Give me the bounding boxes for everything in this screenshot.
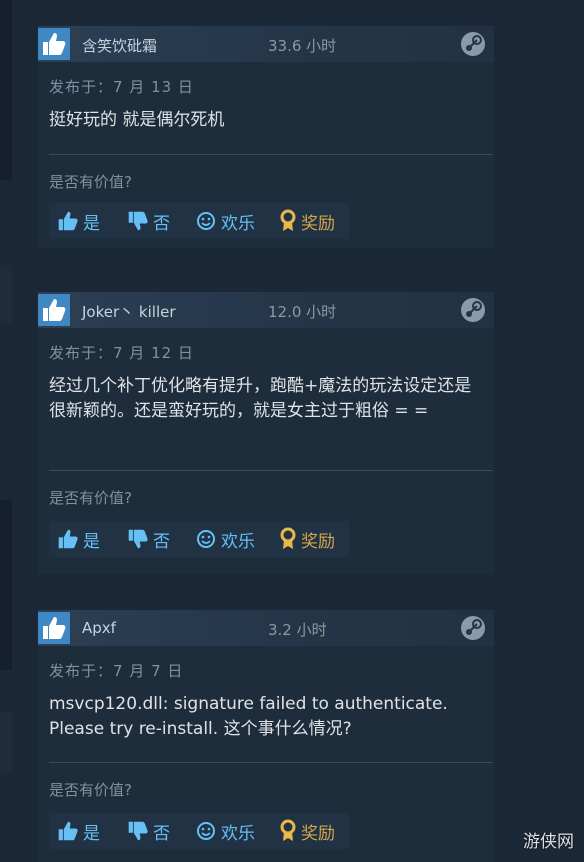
vote-no-button[interactable]: 否 <box>127 521 170 557</box>
vote-funny-button[interactable]: 欢乐 <box>195 813 255 849</box>
site-watermark: 游侠网 <box>523 832 574 852</box>
review-text: msvcp120.dll: signature failed to authen… <box>49 694 448 739</box>
smiley-icon <box>197 530 215 548</box>
review-date: 发布于：7 月 12 日 <box>49 344 194 362</box>
thumbs-down-icon <box>128 529 148 549</box>
award-button[interactable]: 奖励 <box>279 203 335 239</box>
vote-funny-button[interactable]: 欢乐 <box>195 203 255 239</box>
recommended-thumbs-up-icon <box>38 612 70 644</box>
award-icon <box>280 527 296 549</box>
review-card: Joker丶 killer 12.0 小时 发布于：7 月 12 日 经过几个补… <box>38 292 494 574</box>
review-card: Apxf 3.2 小时 发布于：7 月 7 日 msvcp120.dll: si… <box>38 610 494 862</box>
thumbs-down-icon <box>128 821 148 841</box>
review-actions: 是 否 欢乐 奖励 <box>49 521 349 557</box>
award-button[interactable]: 奖励 <box>279 521 335 557</box>
recommended-thumbs-up-icon <box>38 28 70 60</box>
recommended-thumbs-up-icon <box>38 294 70 326</box>
review-actions: 是 否 欢乐 奖励 <box>49 813 349 849</box>
steam-logo-icon <box>460 297 486 327</box>
vote-funny-button[interactable]: 欢乐 <box>195 521 255 557</box>
vote-yes-label: 是 <box>83 823 100 844</box>
review-header: 含笑饮砒霜 33.6 小时 <box>38 26 494 62</box>
vote-no-label: 否 <box>153 531 170 552</box>
vote-no-button[interactable]: 否 <box>127 813 170 849</box>
smiley-icon <box>197 212 215 230</box>
vote-funny-label: 欢乐 <box>221 531 255 552</box>
review-card: 含笑饮砒霜 33.6 小时 发布于：7 月 13 日 挺好玩的 就是偶尔死机 是… <box>38 26 494 248</box>
review-text: 经过几个补丁优化略有提升，跑酷+魔法的玩法设定还是很新颖的。还是蛮好玩的，就是女… <box>49 376 472 421</box>
thumbs-up-icon <box>58 211 78 231</box>
review-date: 发布于：7 月 13 日 <box>49 78 194 96</box>
review-divider <box>49 762 493 763</box>
vote-yes-label: 是 <box>83 531 100 552</box>
review-date: 发布于：7 月 7 日 <box>49 662 184 680</box>
background-panel-edge <box>0 500 12 670</box>
review-divider <box>49 154 493 155</box>
thumbs-down-icon <box>128 211 148 231</box>
playtime-hours: 12.0 小时 <box>268 303 337 321</box>
steam-logo-icon <box>460 615 486 645</box>
review-author[interactable]: Apxf <box>82 619 116 637</box>
background-panel-edge <box>0 712 12 772</box>
award-label: 奖励 <box>301 823 335 844</box>
review-author[interactable]: 含笑饮砒霜 <box>82 35 157 56</box>
vote-no-label: 否 <box>153 823 170 844</box>
vote-no-button[interactable]: 否 <box>127 203 170 239</box>
review-header: Joker丶 killer 12.0 小时 <box>38 292 494 328</box>
thumbs-up-icon <box>58 529 78 549</box>
helpful-question: 是否有价值? <box>49 489 132 507</box>
playtime-hours: 33.6 小时 <box>268 37 337 55</box>
thumbs-up-icon <box>58 821 78 841</box>
vote-yes-button[interactable]: 是 <box>57 813 100 849</box>
playtime-hours: 3.2 小时 <box>268 621 327 639</box>
award-icon <box>280 819 296 841</box>
review-divider <box>49 470 493 471</box>
award-button[interactable]: 奖励 <box>279 813 335 849</box>
review-actions: 是 否 欢乐 奖励 <box>49 203 349 239</box>
review-text: 挺好玩的 就是偶尔死机 <box>49 110 225 130</box>
review-header: Apxf 3.2 小时 <box>38 610 494 646</box>
review-author[interactable]: Joker丶 killer <box>82 301 176 322</box>
helpful-question: 是否有价值? <box>49 173 132 191</box>
award-label: 奖励 <box>301 531 335 552</box>
background-panel-edge <box>0 0 12 180</box>
helpful-question: 是否有价值? <box>49 781 132 799</box>
background-panel-edge <box>0 265 12 323</box>
award-label: 奖励 <box>301 213 335 234</box>
vote-funny-label: 欢乐 <box>221 213 255 234</box>
steam-logo-icon <box>460 31 486 61</box>
vote-funny-label: 欢乐 <box>221 823 255 844</box>
vote-yes-button[interactable]: 是 <box>57 521 100 557</box>
smiley-icon <box>197 822 215 840</box>
award-icon <box>280 209 296 231</box>
vote-yes-label: 是 <box>83 213 100 234</box>
vote-no-label: 否 <box>153 213 170 234</box>
vote-yes-button[interactable]: 是 <box>57 203 100 239</box>
